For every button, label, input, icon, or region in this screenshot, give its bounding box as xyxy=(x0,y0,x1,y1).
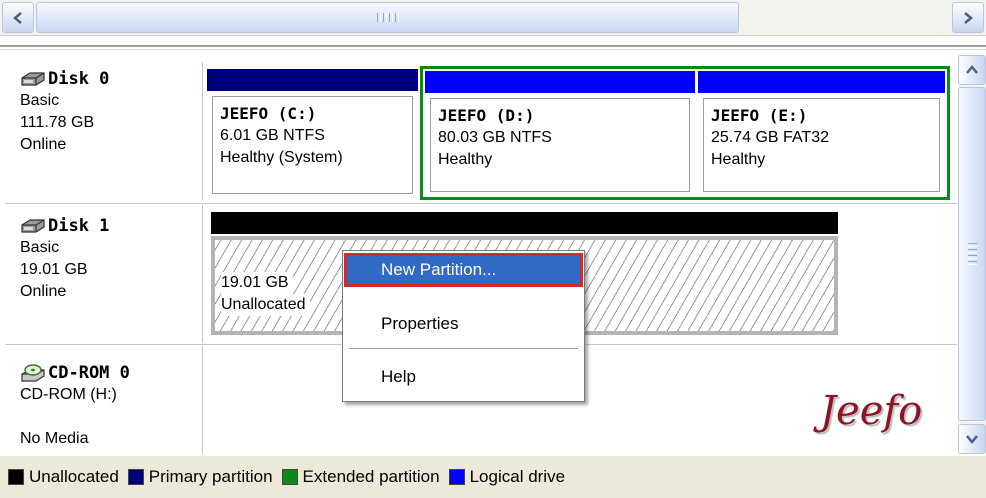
arrow-up-icon xyxy=(966,65,978,74)
scroll-right-button[interactable] xyxy=(952,2,984,33)
grip-icon xyxy=(967,243,977,265)
disk-type: CD-ROM (H:) xyxy=(20,386,117,403)
partition-status: Healthy xyxy=(711,151,766,168)
row-divider xyxy=(5,203,957,204)
partition-name: JEEFO (C:) xyxy=(220,104,317,123)
context-menu: New Partition... Properties Help xyxy=(342,250,585,402)
partition-info: JEEFO (D:) 80.03 GB NTFS Healthy xyxy=(430,98,690,192)
arrow-left-icon xyxy=(13,11,22,24)
unallocated-size: 19.01 GB xyxy=(221,272,293,294)
legend-label: Primary partition xyxy=(148,467,273,486)
legend-swatch-unallocated xyxy=(8,469,24,485)
partition-e[interactable]: JEEFO (E:) 25.74 GB FAT32 Healthy xyxy=(698,71,945,197)
menu-item-properties[interactable]: Properties xyxy=(346,309,581,339)
horizontal-scroll-thumb[interactable] xyxy=(36,2,739,33)
vertical-scrollbar[interactable] xyxy=(958,55,986,454)
grip-icon xyxy=(376,13,399,22)
logical-drive-bar xyxy=(425,71,695,93)
disk-size: 111.78 GB xyxy=(20,114,95,131)
partition-name: JEEFO (D:) xyxy=(438,106,535,125)
pane-divider xyxy=(0,45,986,50)
partition-size: 25.74 GB FAT32 xyxy=(711,129,829,146)
legend-label: Extended partition xyxy=(302,467,440,486)
partition-info: JEEFO (E:) 25.74 GB FAT32 Healthy xyxy=(703,98,940,192)
logical-drive-bar xyxy=(698,71,945,93)
legend-label: Unallocated xyxy=(29,467,119,486)
legend-swatch-logical xyxy=(448,469,465,485)
partition-c[interactable]: JEEFO (C:) 6.01 GB NTFS Healthy (System) xyxy=(207,69,418,199)
arrow-down-icon xyxy=(966,435,978,444)
disk-label-cdrom-0[interactable]: CD-ROM 0 CD-ROM (H:) No Media xyxy=(5,346,203,454)
unallocated-bar xyxy=(211,212,838,234)
disk-label-disk-0[interactable]: Disk 0 Basic 111.78 GB Online xyxy=(5,62,203,200)
partition-info: JEEFO (C:) 6.01 GB NTFS Healthy (System) xyxy=(212,96,413,194)
disk-status: Online xyxy=(20,283,67,300)
hard-disk-icon xyxy=(21,219,45,233)
cd-rom-icon xyxy=(21,364,45,382)
disk-size: 19.01 GB xyxy=(20,261,88,278)
partition-size: 80.03 GB NTFS xyxy=(438,129,552,146)
partition-name: JEEFO (E:) xyxy=(711,106,808,125)
menu-separator xyxy=(349,348,578,349)
legend-swatch-primary xyxy=(127,469,144,485)
disk-status: No Media xyxy=(20,430,89,447)
scroll-left-button[interactable] xyxy=(2,2,34,33)
legend-label: Logical drive xyxy=(469,467,566,486)
disk-status: Online xyxy=(20,136,67,153)
disk-title: Disk 0 xyxy=(48,69,110,89)
primary-partition-bar xyxy=(207,69,418,91)
disk-label-disk-1[interactable]: Disk 1 Basic 19.01 GB Online xyxy=(5,205,203,343)
disk-type: Basic xyxy=(20,239,60,256)
partition-status: Healthy xyxy=(438,151,493,168)
legend-swatch-extended xyxy=(281,469,298,485)
watermark-logo: Jeefo xyxy=(820,388,923,434)
disk-title: Disk 1 xyxy=(48,216,110,236)
disk-title: CD-ROM 0 xyxy=(48,363,130,383)
scroll-down-button[interactable] xyxy=(958,424,986,454)
menu-item-help[interactable]: Help xyxy=(346,362,581,392)
menu-item-new-partition[interactable]: New Partition... xyxy=(344,253,583,287)
vertical-scroll-thumb[interactable] xyxy=(958,87,986,421)
scroll-up-button[interactable] xyxy=(958,55,986,85)
partition-size: 6.01 GB NTFS xyxy=(220,127,325,144)
hard-disk-icon xyxy=(21,72,45,86)
unallocated-label: Unallocated xyxy=(221,294,310,316)
partition-status: Healthy (System) xyxy=(220,149,343,166)
partition-d[interactable]: JEEFO (D:) 80.03 GB NTFS Healthy xyxy=(425,71,695,197)
disk-type: Basic xyxy=(20,92,60,109)
legend-bar: Unallocated Primary partition Extended p… xyxy=(0,456,986,498)
horizontal-scrollbar[interactable] xyxy=(0,0,986,36)
arrow-right-icon xyxy=(964,11,973,24)
